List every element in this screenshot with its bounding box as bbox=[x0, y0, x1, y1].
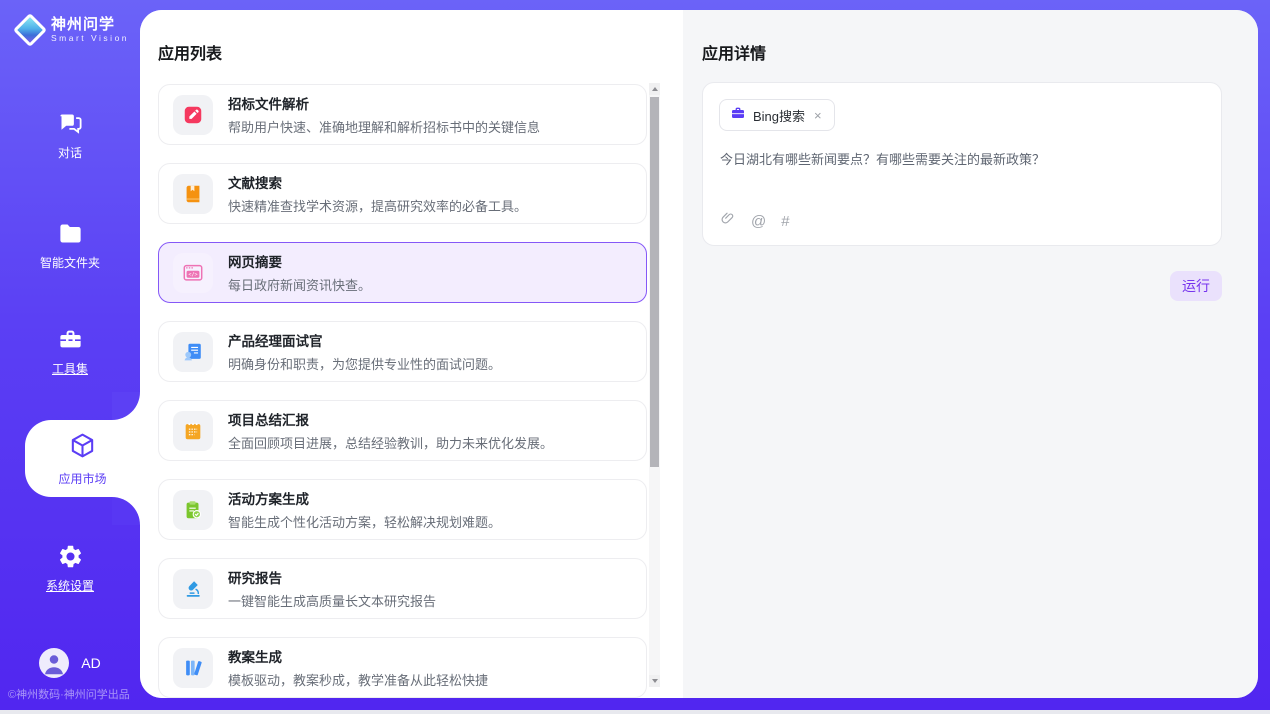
web-code-icon: </> bbox=[173, 253, 213, 293]
app-list-panel: 应用列表 招标文件解析 帮助用户快速、准确地理解和解析招标书中的关键信息 bbox=[140, 10, 683, 698]
sidebar-item-smart-folder[interactable]: 智能文件夹 bbox=[0, 220, 140, 271]
sidebar-item-chat[interactable]: 对话 bbox=[0, 110, 140, 161]
app-name: 网页摘要 bbox=[228, 251, 371, 271]
cube-icon bbox=[68, 431, 97, 465]
sidebar-item-toolset[interactable]: 工具集 bbox=[0, 326, 140, 377]
sidebar-item-settings[interactable]: 系统设置 bbox=[0, 543, 140, 594]
app-card-web-summary[interactable]: </> 网页摘要 每日政府新闻资讯快查。 bbox=[158, 242, 647, 303]
app-description: 快速精准查找学术资源，提高研究效率的必备工具。 bbox=[228, 196, 527, 215]
app-name: 文献搜索 bbox=[228, 172, 527, 192]
app-list-title: 应用列表 bbox=[158, 40, 222, 64]
scroll-up-icon[interactable] bbox=[649, 83, 660, 95]
app-card-literature-search[interactable]: 文献搜索 快速精准查找学术资源，提高研究效率的必备工具。 bbox=[158, 163, 647, 224]
app-description: 明确身份和职责，为您提供专业性的面试问题。 bbox=[228, 354, 501, 373]
app-name: 教案生成 bbox=[228, 646, 488, 666]
app-card-lesson-plan[interactable]: 教案生成 模板驱动，教案秒成，教学准备从此轻松快捷 bbox=[158, 637, 647, 698]
paperclip-icon[interactable] bbox=[720, 210, 736, 232]
svg-text:</>: </> bbox=[188, 272, 197, 278]
books-icon bbox=[173, 648, 213, 688]
app-description: 帮助用户快速、准确地理解和解析招标书中的关键信息 bbox=[228, 117, 540, 136]
app-cards: 招标文件解析 帮助用户快速、准确地理解和解析招标书中的关键信息 文献搜索 bbox=[158, 84, 647, 698]
scrollbar-thumb[interactable] bbox=[650, 97, 659, 467]
hash-icon[interactable]: # bbox=[781, 213, 789, 230]
user-account[interactable]: AD bbox=[0, 648, 140, 678]
bubble-fillet-top bbox=[112, 392, 140, 420]
app-card-research-report[interactable]: 研究报告 一键智能生成高质量长文本研究报告 bbox=[158, 558, 647, 619]
app-name: 产品经理面试官 bbox=[228, 330, 501, 350]
person-icon bbox=[39, 648, 69, 678]
sidebar: 神州问学 Smart Vision 对话 智能文件夹 bbox=[0, 0, 140, 710]
app-name: 研究报告 bbox=[228, 567, 436, 587]
logo-subtitle: Smart Vision bbox=[51, 33, 129, 44]
composer-toolbar: @ # bbox=[720, 210, 790, 232]
app-description: 全面回顾项目进展，总结经验教训，助力未来优化发展。 bbox=[228, 433, 553, 452]
toolbox-icon bbox=[57, 326, 84, 353]
avatar bbox=[39, 648, 69, 678]
microscope-icon bbox=[173, 569, 213, 609]
prompt-card: Bing搜索 × 今日湖北有哪些新闻要点？有哪些需要关注的最新政策？ @ # bbox=[702, 82, 1222, 246]
app-card-event-plan[interactable]: 活动方案生成 智能生成个性化活动方案，轻松解决规划难题。 bbox=[158, 479, 647, 540]
tool-chip-label: Bing搜索 bbox=[753, 106, 805, 125]
app-card-bid-parse[interactable]: 招标文件解析 帮助用户快速、准确地理解和解析招标书中的关键信息 bbox=[158, 84, 647, 145]
run-button[interactable]: 运行 bbox=[1170, 271, 1222, 301]
app-name: 活动方案生成 bbox=[228, 488, 501, 508]
tool-chip-bing-search[interactable]: Bing搜索 × bbox=[719, 99, 835, 131]
gear-icon bbox=[57, 543, 84, 570]
close-icon[interactable]: × bbox=[812, 107, 824, 124]
sidebar-item-label: 系统设置 bbox=[46, 577, 94, 594]
sidebar-item-label: 对话 bbox=[58, 144, 82, 161]
sidebar-item-label: 智能文件夹 bbox=[40, 254, 100, 271]
app-list-scrollbar[interactable] bbox=[649, 83, 660, 687]
app-description: 模板驱动，教案秒成，教学准备从此轻松快捷 bbox=[228, 670, 488, 689]
app-name: 招标文件解析 bbox=[228, 93, 540, 113]
notepad-icon bbox=[173, 411, 213, 451]
app-name: 项目总结汇报 bbox=[228, 409, 553, 429]
query-text-input[interactable]: 今日湖北有哪些新闻要点？有哪些需要关注的最新政策？ bbox=[720, 149, 1205, 168]
sidebar-footer-text: ©神州数码·神州问学出品 bbox=[8, 686, 140, 702]
sidebar-item-app-market[interactable]: 应用市场 bbox=[25, 420, 140, 497]
edit-square-icon bbox=[173, 95, 213, 135]
logo-title: 神州问学 bbox=[51, 16, 129, 33]
app-description: 一键智能生成高质量长文本研究报告 bbox=[228, 591, 436, 610]
scroll-down-icon[interactable] bbox=[649, 675, 660, 687]
app-description: 智能生成个性化活动方案，轻松解决规划难题。 bbox=[228, 512, 501, 531]
logo-diamond-icon bbox=[13, 13, 47, 47]
sidebar-item-label: 工具集 bbox=[52, 360, 88, 377]
app-detail-title: 应用详情 bbox=[702, 40, 766, 64]
app-card-project-summary[interactable]: 项目总结汇报 全面回顾项目进展，总结经验教训，助力未来优化发展。 bbox=[158, 400, 647, 461]
app-detail-panel: 应用详情 Bing搜索 × 今日湖北有哪些新闻要点？有哪些需要关注的最新政策？ bbox=[683, 10, 1258, 698]
clipboard-check-icon bbox=[173, 490, 213, 530]
at-icon[interactable]: @ bbox=[751, 213, 766, 230]
app-description: 每日政府新闻资讯快查。 bbox=[228, 275, 371, 294]
app-window: 神州问学 Smart Vision 对话 智能文件夹 bbox=[0, 0, 1270, 714]
folder-icon bbox=[57, 220, 84, 247]
book-icon bbox=[173, 174, 213, 214]
briefcase-icon bbox=[730, 105, 746, 126]
app-card-pm-interviewer[interactable]: 产品经理面试官 明确身份和职责，为您提供专业性的面试问题。 bbox=[158, 321, 647, 382]
main-content: 应用列表 招标文件解析 帮助用户快速、准确地理解和解析招标书中的关键信息 bbox=[140, 10, 1258, 698]
user-name: AD bbox=[81, 655, 100, 671]
app-logo: 神州问学 Smart Vision bbox=[18, 16, 129, 44]
sidebar-item-label: 应用市场 bbox=[58, 470, 106, 487]
chat-icon bbox=[57, 110, 84, 137]
bubble-fillet-bottom bbox=[112, 497, 140, 525]
interview-doc-icon bbox=[173, 332, 213, 372]
